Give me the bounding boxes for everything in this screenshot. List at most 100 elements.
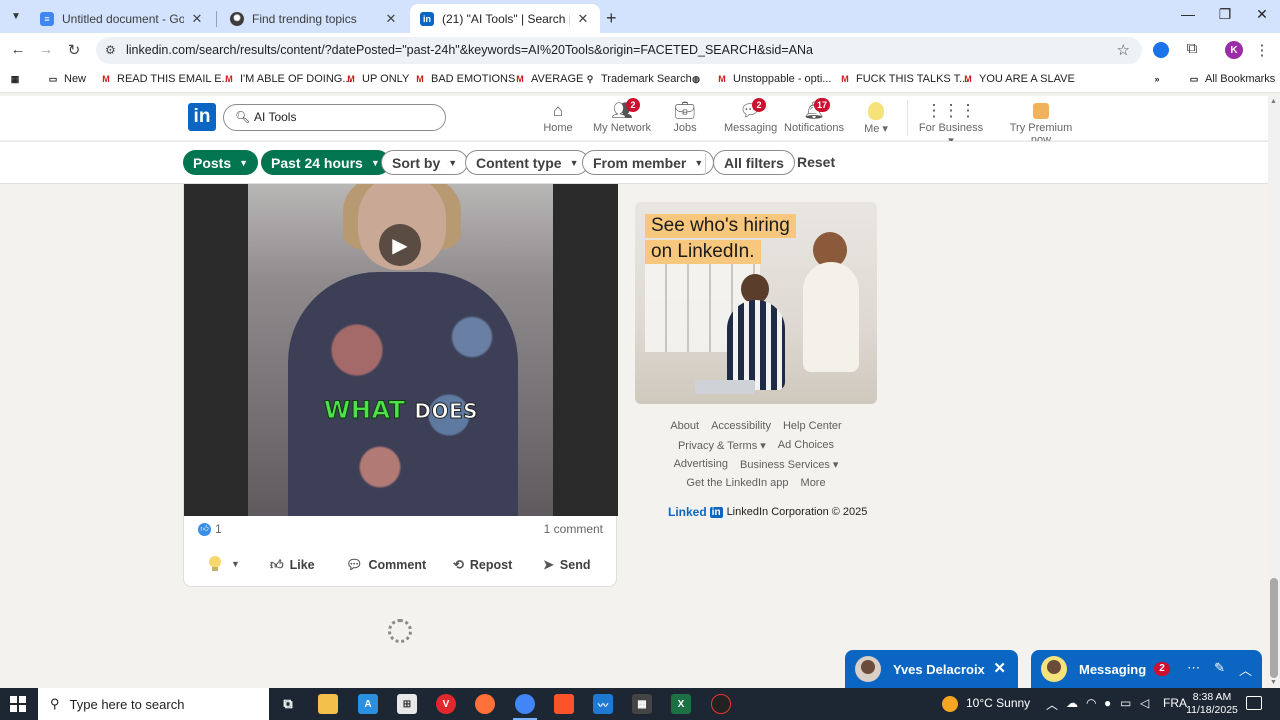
taskbar-search[interactable]: ⚲ Type here to search bbox=[38, 688, 269, 720]
calculator-icon[interactable]: ▦ bbox=[632, 694, 652, 714]
footer-get-app[interactable]: Get the LinkedIn app bbox=[686, 477, 788, 489]
tab-linkedin-search[interactable]: in (21) "AI Tools" | Search | LinkedIn ✕ bbox=[410, 4, 600, 33]
filter-from-member[interactable]: From member ▼ bbox=[582, 150, 715, 175]
close-icon[interactable]: ✕ bbox=[993, 659, 1006, 677]
search-input[interactable] bbox=[254, 110, 434, 124]
extensions-puzzle-icon[interactable]: ⧉ bbox=[1182, 40, 1202, 57]
forward-icon[interactable]: → bbox=[36, 41, 56, 58]
reload-icon[interactable]: ↻ bbox=[64, 41, 84, 59]
bookmark-new[interactable]: ▭ New bbox=[47, 73, 86, 85]
profile-avatar[interactable]: K bbox=[1225, 41, 1243, 59]
nav-try-premium[interactable]: Try Premium now bbox=[1002, 100, 1080, 146]
chrome-menu-icon[interactable]: ⋮ bbox=[1252, 41, 1272, 59]
close-tab-icon[interactable]: ✕ bbox=[190, 11, 204, 27]
bookmark-unstoppable[interactable]: M Unstoppable - opti... bbox=[716, 73, 831, 85]
all-bookmarks[interactable]: ▭ All Bookmarks bbox=[1188, 73, 1276, 85]
footer-more[interactable]: More bbox=[801, 477, 826, 489]
footer-advertising[interactable]: Advertising bbox=[674, 458, 728, 471]
chevron-up-icon[interactable]: ︿ bbox=[1239, 660, 1252, 679]
caret-down-icon[interactable]: ▼ bbox=[231, 559, 240, 569]
footer-privacy-terms[interactable]: Privacy & Terms ▾ bbox=[678, 439, 766, 452]
tray-cloud-icon[interactable]: ☁ bbox=[1066, 696, 1078, 710]
bookmark-up-only[interactable]: M UP ONLY bbox=[345, 73, 409, 85]
messaging-panel-header[interactable]: Messaging 2 ⋯ ✎ ︿ bbox=[1031, 650, 1262, 688]
taskbar-clock[interactable]: 8:38 AM 11/18/2025 bbox=[1186, 691, 1238, 717]
language-indicator[interactable]: FRA bbox=[1163, 696, 1187, 710]
compose-icon[interactable]: ✎ bbox=[1214, 660, 1225, 679]
tab-search-icon[interactable]: ▼ bbox=[6, 6, 26, 26]
filter-reset[interactable]: Reset bbox=[797, 154, 835, 170]
address-bar[interactable]: ⚙ linkedin.com/search/results/content/?d… bbox=[96, 37, 1142, 64]
filter-past-24-hours[interactable]: Past 24 hours ▼ bbox=[261, 150, 390, 175]
like-button[interactable]: 👍︎ Like bbox=[270, 557, 315, 573]
bookmark-globe[interactable]: ◍ bbox=[690, 73, 707, 85]
more-options-icon[interactable]: ⋯ bbox=[1187, 660, 1200, 679]
firefox-icon[interactable] bbox=[475, 694, 495, 714]
close-tab-icon[interactable]: ✕ bbox=[576, 11, 590, 27]
nav-my-network[interactable]: 👥︎ 2 My Network bbox=[592, 98, 652, 134]
brave-icon[interactable] bbox=[554, 694, 574, 714]
wifi-icon[interactable]: ◠ bbox=[1086, 696, 1096, 710]
bookmark-read-this-email[interactable]: M READ THIS EMAIL E... bbox=[100, 73, 230, 85]
minimize-icon[interactable]: — bbox=[1176, 6, 1200, 22]
bookmark-talks[interactable]: M FUCK THIS TALKS T... bbox=[839, 73, 968, 85]
battery-icon[interactable]: ▭ bbox=[1120, 696, 1131, 710]
comment-count[interactable]: 1 comment bbox=[544, 522, 603, 536]
nav-messaging[interactable]: 💬︎ 2 Messaging bbox=[724, 98, 777, 134]
nav-notifications[interactable]: 🔔︎ 17 Notifications bbox=[784, 98, 844, 134]
windows-start-icon[interactable] bbox=[10, 696, 26, 712]
tab-google-docs[interactable]: ≡ Untitled document - Google Docs ✕ bbox=[30, 4, 214, 33]
apps-grid-icon[interactable]: ▦ bbox=[9, 73, 26, 85]
nav-me[interactable]: Me ▾ bbox=[860, 100, 892, 135]
linkedin-search-box[interactable]: 🔍︎ bbox=[223, 104, 446, 131]
hiring-ad[interactable]: See who's hiring on LinkedIn. bbox=[635, 202, 877, 404]
linkedin-logo[interactable]: in bbox=[188, 103, 216, 131]
send-button[interactable]: ➤ Send bbox=[543, 557, 590, 573]
app-wave-icon[interactable]: 〰 bbox=[593, 694, 613, 714]
url-text[interactable]: linkedin.com/search/results/content/?dat… bbox=[126, 43, 813, 57]
task-view-icon[interactable]: ⧉ bbox=[278, 694, 298, 714]
footer-accessibility[interactable]: Accessibility bbox=[711, 420, 771, 432]
footer-business-services[interactable]: Business Services ▾ bbox=[740, 458, 838, 471]
tab-find-trending-topics[interactable]: ✺ Find trending topics ✕ bbox=[220, 4, 408, 33]
excel-icon[interactable]: X bbox=[671, 694, 691, 714]
bookmark-able-of-doing[interactable]: M I'M ABLE OF DOING... bbox=[223, 73, 351, 85]
nav-home[interactable]: ⌂ Home bbox=[540, 100, 576, 134]
nav-jobs[interactable]: 💼︎ Jobs bbox=[670, 100, 700, 134]
play-icon[interactable]: ▶ bbox=[379, 224, 421, 266]
repost-button[interactable]: ⟲ Repost bbox=[453, 557, 512, 573]
filter-sort-by[interactable]: Sort by ▼ bbox=[381, 150, 469, 175]
new-tab-icon[interactable]: + bbox=[606, 8, 617, 29]
scroll-up-icon[interactable]: ▲ bbox=[1270, 98, 1277, 105]
filter-all-filters[interactable]: All filters bbox=[713, 150, 795, 175]
more-bookmarks-icon[interactable]: » bbox=[1151, 73, 1168, 85]
reaction-avatar-icon[interactable] bbox=[208, 556, 222, 572]
bookmark-average[interactable]: M AVERAGE bbox=[514, 73, 583, 85]
back-icon[interactable]: ← bbox=[8, 41, 28, 58]
scroll-thumb[interactable] bbox=[1270, 578, 1278, 678]
bookmark-trademark-search[interactable]: ⚲ Trademark Search bbox=[584, 73, 692, 85]
file-explorer-icon[interactable] bbox=[318, 694, 338, 714]
vivaldi-icon[interactable]: V bbox=[436, 694, 456, 714]
footer-help-center[interactable]: Help Center bbox=[783, 420, 842, 432]
post-video[interactable]: ▶ WHAT DOES bbox=[184, 184, 618, 516]
chat-window-header[interactable]: Yves Delacroix ✕ bbox=[845, 650, 1018, 688]
app-circle-icon[interactable] bbox=[711, 694, 731, 714]
footer-about[interactable]: About bbox=[670, 420, 699, 432]
volume-icon[interactable]: ◁ bbox=[1140, 696, 1149, 710]
chrome-icon[interactable] bbox=[515, 694, 535, 714]
reaction-count[interactable]: 👍︎ 1 bbox=[198, 522, 222, 536]
weather-text[interactable]: 10°C Sunny bbox=[966, 696, 1030, 710]
footer-ad-choices[interactable]: Ad Choices bbox=[778, 439, 834, 452]
filter-content-type[interactable]: Content type ▼ bbox=[465, 150, 590, 175]
site-info-icon[interactable]: ⚙ bbox=[105, 43, 116, 57]
close-window-icon[interactable]: ✕ bbox=[1250, 6, 1274, 23]
store-icon[interactable]: ⊞ bbox=[397, 694, 417, 714]
close-tab-icon[interactable]: ✕ bbox=[384, 11, 398, 27]
app-icon[interactable]: A bbox=[358, 694, 378, 714]
scroll-down-icon[interactable]: ▼ bbox=[1270, 679, 1277, 686]
tray-chevron-icon[interactable]: ︿ bbox=[1046, 696, 1058, 713]
notification-center-icon[interactable] bbox=[1246, 696, 1262, 710]
bookmark-bad-emotions[interactable]: M BAD EMOTIONS bbox=[414, 73, 515, 85]
restore-icon[interactable]: ❐ bbox=[1213, 6, 1237, 23]
